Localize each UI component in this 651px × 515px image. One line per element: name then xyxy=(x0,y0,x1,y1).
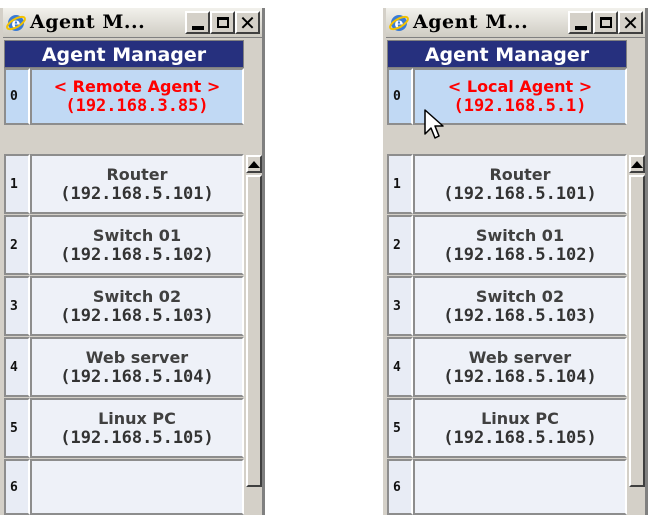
maximize-button[interactable] xyxy=(593,11,618,34)
scroll-up-arrow-icon xyxy=(248,160,260,168)
device-cell[interactable]: Switch 02 (192.168.5.103) xyxy=(413,276,627,336)
scroll-thumb[interactable] xyxy=(629,175,645,487)
device-cell[interactable] xyxy=(413,459,627,515)
row-index: 1 xyxy=(387,154,413,214)
device-name: Switch 02 xyxy=(475,286,565,306)
window-title: Agent M... xyxy=(413,11,529,33)
device-cell[interactable]: Switch 01 (192.168.5.102) xyxy=(413,215,627,275)
agent-cell[interactable]: < Remote Agent > (192.168.3.85) xyxy=(30,68,244,125)
device-cell[interactable] xyxy=(30,459,244,515)
device-ip: (192.168.5.104) xyxy=(443,366,597,387)
device-cell[interactable]: Linux PC (192.168.5.105) xyxy=(30,398,244,458)
device-cell[interactable]: Web server (192.168.5.104) xyxy=(30,337,244,397)
device-ip: (192.168.5.102) xyxy=(443,244,597,265)
device-name: Router xyxy=(489,164,551,184)
table-row[interactable]: 4 Web server (192.168.5.104) xyxy=(4,337,244,397)
device-name: Switch 02 xyxy=(92,286,182,306)
row-index: 5 xyxy=(4,398,30,458)
ie-app-icon: e xyxy=(6,15,26,32)
row-index: 4 xyxy=(387,337,413,397)
device-cell[interactable]: Linux PC (192.168.5.105) xyxy=(413,398,627,458)
maximize-icon xyxy=(216,17,229,28)
table-row[interactable]: 1 Router (192.168.5.101) xyxy=(387,154,627,214)
panel-header: Agent Manager xyxy=(4,40,244,68)
device-ip: (192.168.5.101) xyxy=(443,183,597,204)
table-row[interactable]: 3 Switch 02 (192.168.5.103) xyxy=(387,276,627,336)
agent-ip: (192.168.3.85) xyxy=(65,96,209,116)
device-ip: (192.168.5.103) xyxy=(60,305,214,326)
row-index: 6 xyxy=(387,459,413,515)
device-cell[interactable]: Router (192.168.5.101) xyxy=(413,154,627,214)
agent-label: < Remote Agent > xyxy=(53,77,221,96)
agent-label: < Local Agent > xyxy=(447,77,593,96)
agent-manager-window-local: e Agent M... ✕ Agent Manager 0 < Local A… xyxy=(383,8,648,515)
table-row[interactable]: 2 Switch 01 (192.168.5.102) xyxy=(4,215,244,275)
vertical-scrollbar[interactable] xyxy=(246,155,262,507)
device-name: Linux PC xyxy=(98,408,176,428)
row-index: 0 xyxy=(4,68,30,125)
window-title: Agent M... xyxy=(30,11,146,33)
device-name: Web server xyxy=(468,347,572,367)
row-index: 6 xyxy=(4,459,30,515)
table-row[interactable]: 5 Linux PC (192.168.5.105) xyxy=(4,398,244,458)
close-button[interactable]: ✕ xyxy=(235,11,260,34)
row-index: 0 xyxy=(387,68,413,125)
device-name: Web server xyxy=(85,347,189,367)
table-row[interactable]: 6 xyxy=(387,459,627,515)
row-index: 2 xyxy=(4,215,30,275)
agent-row-0[interactable]: 0 < Remote Agent > (192.168.3.85) xyxy=(4,68,244,125)
row-index: 1 xyxy=(4,154,30,214)
table-row[interactable]: 3 Switch 02 (192.168.5.103) xyxy=(4,276,244,336)
title-bar[interactable]: e Agent M... ✕ xyxy=(3,8,262,38)
agent-cell[interactable]: < Local Agent > (192.168.5.1) xyxy=(413,68,627,125)
device-ip: (192.168.5.105) xyxy=(443,427,597,448)
table-row[interactable]: 1 Router (192.168.5.101) xyxy=(4,154,244,214)
row-index: 2 xyxy=(387,215,413,275)
row-index: 3 xyxy=(4,276,30,336)
minimize-button[interactable] xyxy=(568,11,593,34)
title-bar[interactable]: e Agent M... ✕ xyxy=(386,8,645,38)
minimize-button[interactable] xyxy=(185,11,210,34)
row-index: 3 xyxy=(387,276,413,336)
close-icon: ✕ xyxy=(239,10,256,35)
mouse-pointer-icon xyxy=(424,109,444,139)
close-icon: ✕ xyxy=(622,10,639,35)
device-ip: (192.168.5.105) xyxy=(60,427,214,448)
device-cell[interactable]: Router (192.168.5.101) xyxy=(30,154,244,214)
row-index: 5 xyxy=(387,398,413,458)
table-row[interactable]: 5 Linux PC (192.168.5.105) xyxy=(387,398,627,458)
table-row[interactable]: 2 Switch 01 (192.168.5.102) xyxy=(387,215,627,275)
scroll-up-button[interactable] xyxy=(246,155,262,173)
minimize-icon xyxy=(574,25,587,30)
device-ip: (192.168.5.104) xyxy=(60,366,214,387)
agent-ip: (192.168.5.1) xyxy=(453,96,587,116)
device-name: Linux PC xyxy=(481,408,559,428)
device-cell[interactable]: Switch 02 (192.168.5.103) xyxy=(30,276,244,336)
device-name: Router xyxy=(106,164,168,184)
device-ip: (192.168.5.102) xyxy=(60,244,214,265)
device-ip: (192.168.5.103) xyxy=(443,305,597,326)
maximize-button[interactable] xyxy=(210,11,235,34)
scroll-up-arrow-icon xyxy=(631,160,643,168)
close-button[interactable]: ✕ xyxy=(618,11,643,34)
device-cell[interactable]: Switch 01 (192.168.5.102) xyxy=(30,215,244,275)
device-name: Switch 01 xyxy=(92,225,182,245)
row-index: 4 xyxy=(4,337,30,397)
scroll-thumb[interactable] xyxy=(246,175,262,487)
minimize-icon xyxy=(191,25,204,30)
scroll-up-button[interactable] xyxy=(629,155,645,173)
table-row[interactable]: 6 xyxy=(4,459,244,515)
device-ip: (192.168.5.101) xyxy=(60,183,214,204)
panel-header: Agent Manager xyxy=(387,40,627,68)
maximize-icon xyxy=(599,17,612,28)
vertical-scrollbar[interactable] xyxy=(629,155,645,507)
table-row[interactable]: 4 Web server (192.168.5.104) xyxy=(387,337,627,397)
device-name: Switch 01 xyxy=(475,225,565,245)
device-cell[interactable]: Web server (192.168.5.104) xyxy=(413,337,627,397)
ie-app-icon: e xyxy=(389,15,409,32)
agent-manager-window-remote: e Agent M... ✕ Agent Manager 0 < Remote … xyxy=(0,8,265,515)
